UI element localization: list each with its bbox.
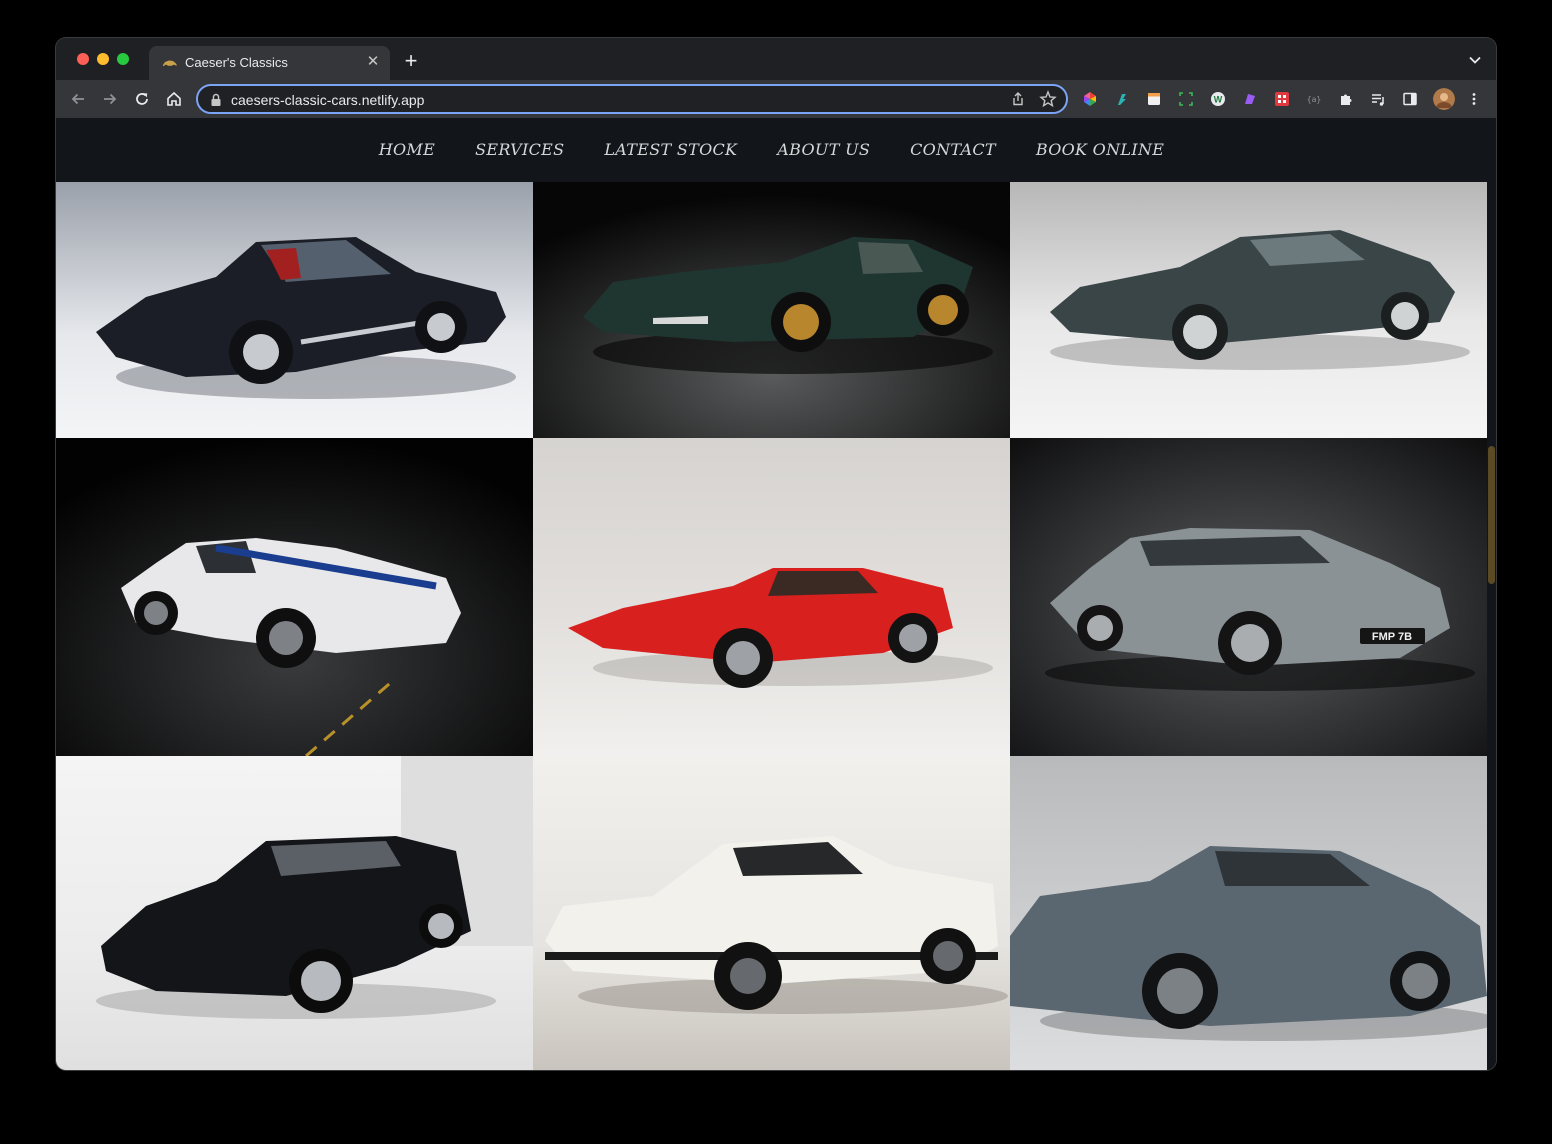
car-photo-5[interactable] (533, 438, 1010, 756)
car-photo-1[interactable] (56, 182, 533, 438)
address-bar[interactable]: caesers-classic-cars.netlify.app (196, 84, 1068, 114)
braces-extension-icon[interactable]: {a} (1306, 91, 1322, 107)
feather-extension-icon[interactable] (1114, 91, 1130, 107)
browser-toolbar: caesers-classic-cars.netlify.app W {a} (56, 80, 1496, 118)
active-tab[interactable]: Caeser's Classics ✕ (149, 46, 390, 80)
calendar-extension-icon[interactable] (1146, 91, 1162, 107)
purple-extension-icon[interactable] (1242, 91, 1258, 107)
home-button[interactable] (162, 87, 186, 111)
car-photo-6[interactable]: FMP 7B (1010, 438, 1487, 756)
car-favicon-icon (163, 60, 177, 69)
chevron-down-icon[interactable] (1468, 53, 1482, 67)
site-navbar: HOME SERVICES LATEST STOCK ABOUT US CONT… (56, 118, 1487, 181)
media-queue-icon[interactable] (1370, 91, 1386, 107)
nav-about-us[interactable]: ABOUT US (777, 140, 870, 159)
new-tab-button[interactable]: + (400, 50, 422, 72)
car-image (533, 182, 1010, 438)
bookmark-star-icon[interactable] (1039, 90, 1057, 108)
reload-icon (136, 93, 148, 105)
back-button[interactable] (66, 87, 90, 111)
scrollbar-thumb[interactable] (1488, 446, 1495, 584)
url-text: caesers-classic-cars.netlify.app (231, 92, 425, 108)
nav-contact[interactable]: CONTACT (910, 140, 996, 159)
profile-avatar[interactable] (1433, 88, 1455, 110)
web-page: HOME SERVICES LATEST STOCK ABOUT US CONT… (56, 118, 1496, 1070)
car-image (56, 182, 533, 438)
side-panel-icon[interactable] (1402, 91, 1418, 107)
nav-book-online[interactable]: BOOK ONLINE (1036, 140, 1164, 159)
car-image (56, 756, 533, 1070)
red-grid-extension-icon[interactable] (1274, 91, 1290, 107)
tab-strip: Caeser's Classics ✕ + (56, 38, 1496, 80)
page-scrollbar[interactable] (1487, 118, 1496, 1070)
car-image (56, 438, 533, 756)
reload-button[interactable] (130, 87, 154, 111)
license-plate-text: FMP 7B (1372, 631, 1412, 643)
forward-button[interactable] (98, 87, 122, 111)
car-photo-3[interactable] (1010, 182, 1487, 438)
arrow-left-icon (71, 93, 84, 105)
maximize-window-button[interactable] (117, 53, 129, 65)
tab-title: Caeser's Classics (185, 55, 288, 70)
screenshot-extension-icon[interactable] (1178, 91, 1194, 107)
puzzle-piece-icon[interactable] (1338, 91, 1354, 107)
home-icon (167, 91, 181, 106)
car-image (1010, 756, 1487, 1070)
nav-home[interactable]: HOME (379, 140, 435, 159)
color-wheel-extension-icon[interactable] (1082, 91, 1098, 107)
tab-close-icon[interactable]: ✕ (364, 53, 382, 71)
lock-icon (211, 93, 221, 106)
browser-window: Caeser's Classics ✕ + caesers-classic-ca… (56, 38, 1496, 1070)
arrow-right-icon (104, 93, 117, 105)
car-photo-2[interactable] (533, 182, 1010, 438)
car-image (533, 756, 1010, 1070)
car-image (1010, 182, 1487, 438)
car-photo-8[interactable] (533, 756, 1010, 1070)
svg-text:{a}: {a} (1307, 95, 1321, 104)
svg-text:W: W (1214, 95, 1223, 105)
nav-services[interactable]: SERVICES (475, 140, 564, 159)
car-photo-7[interactable] (56, 756, 533, 1070)
car-image (533, 438, 1010, 756)
nav-latest-stock[interactable]: LATEST STOCK (604, 140, 737, 159)
w-extension-icon[interactable]: W (1210, 91, 1226, 107)
minimize-window-button[interactable] (97, 53, 109, 65)
car-image: FMP 7B (1010, 438, 1487, 756)
share-icon[interactable] (1010, 91, 1026, 107)
close-window-button[interactable] (77, 53, 89, 65)
car-photo-4[interactable] (56, 438, 533, 756)
more-options-icon[interactable] (1466, 91, 1482, 107)
car-photo-9[interactable] (1010, 756, 1487, 1070)
